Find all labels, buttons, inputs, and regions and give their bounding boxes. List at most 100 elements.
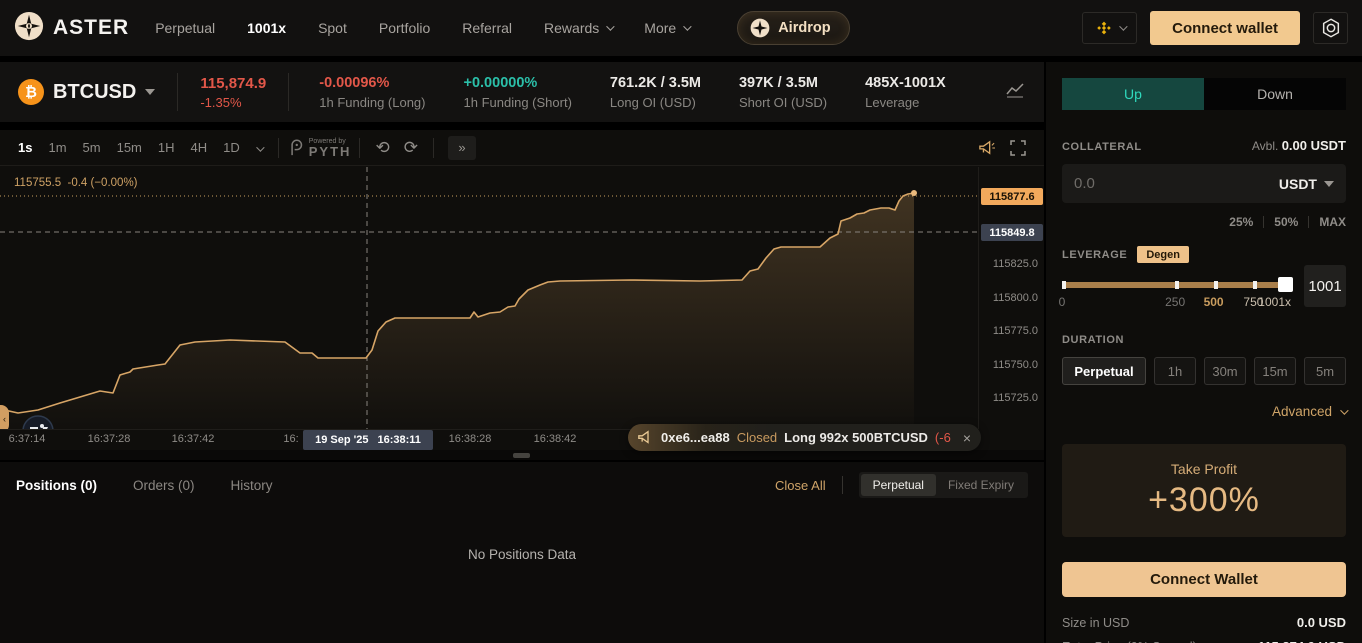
duration-5m[interactable]: 5m [1304, 357, 1346, 385]
mode-tab-fixed-expiry[interactable]: Fixed Expiry [936, 474, 1026, 496]
tradingview-logo[interactable] [22, 415, 54, 429]
direction-tab-up[interactable]: Up [1062, 78, 1204, 110]
pyth-logo[interactable]: Powered by PYTH [287, 138, 352, 158]
tab-orders-0-[interactable]: Orders (0) [133, 478, 195, 493]
nav-item-more[interactable]: More [644, 20, 689, 36]
timeframe-4H[interactable]: 4H [183, 136, 216, 159]
undo-icon[interactable]: ⟲ [368, 138, 396, 158]
airdrop-logo-icon [750, 18, 770, 38]
settings-button[interactable] [1313, 12, 1348, 44]
nav-item-portfolio[interactable]: Portfolio [379, 20, 430, 36]
price-tick: 115800.0 [993, 292, 1038, 304]
direction-tab-down[interactable]: Down [1204, 78, 1346, 110]
stat-value: +0.00000% [464, 75, 572, 91]
timeframe-more[interactable] [248, 136, 270, 159]
redo-icon[interactable]: ⟳ [397, 138, 425, 158]
order-panel: UpDown COLLATERAL Avbl. 0.00 USDT USDT 2… [1046, 62, 1362, 643]
duration-15m[interactable]: 15m [1254, 357, 1296, 385]
positions-tabs: Positions (0) Orders (0) History [16, 478, 309, 493]
nav-item-referral[interactable]: Referral [462, 20, 512, 36]
timeframe-5m[interactable]: 5m [75, 136, 109, 159]
pyth-name: PYTH [309, 145, 352, 158]
symbol-name: BTCUSD [53, 81, 136, 104]
current-price-label: 115877.6 [981, 188, 1043, 205]
expand-toolbar-button[interactable]: » [448, 136, 476, 160]
duration-1h[interactable]: 1h [1154, 357, 1196, 385]
airdrop-button[interactable]: Airdrop [737, 11, 849, 45]
take-profit-value: +300% [1148, 481, 1260, 520]
connect-wallet-button[interactable]: Connect wallet [1150, 11, 1300, 45]
divider [359, 138, 360, 158]
nav-item-perpetual[interactable]: Perpetual [155, 20, 215, 36]
timeframe-1s[interactable]: 1s [10, 136, 40, 159]
chain-selector[interactable] [1082, 12, 1137, 44]
price-tick: 115750.0 [993, 359, 1038, 371]
timeframe-1H[interactable]: 1H [150, 136, 183, 159]
collateral-row: COLLATERAL Avbl. 0.00 USDT [1062, 138, 1346, 153]
timeframe-15m[interactable]: 15m [109, 136, 150, 159]
toast-close-icon[interactable]: × [963, 430, 971, 446]
timeframe-1m[interactable]: 1m [40, 136, 74, 159]
toast-address: 0xe6...ea88 [661, 430, 730, 445]
quick-amount-max[interactable]: MAX [1319, 215, 1346, 229]
slider-tick-label-250: 250 [1165, 295, 1185, 309]
chart-scrollbar[interactable] [0, 450, 1044, 460]
summary-value: 0.0 USD [1297, 615, 1346, 630]
collateral-input-wrap: USDT [1062, 164, 1346, 203]
slider-tick-label-500: 500 [1204, 295, 1224, 309]
market-stat: 761.2K / 3.5MLong OI (USD) [610, 75, 701, 110]
quick-amount-25pct[interactable]: 25% [1229, 215, 1253, 229]
timeframe-group: 1s1m5m15m1H4H1D [10, 136, 248, 159]
timeframe-1D[interactable]: 1D [215, 136, 248, 159]
slider-track[interactable] [1062, 282, 1291, 288]
close-all-button[interactable]: Close All [775, 478, 826, 493]
stat-label: 1h Funding (Long) [319, 95, 425, 110]
available-balance: Avbl. 0.00 USDT [1252, 138, 1346, 153]
leverage-value-box[interactable]: 1001 [1304, 265, 1346, 307]
slider-tick [1253, 281, 1257, 289]
caret-down-icon [1324, 181, 1334, 187]
duration-perpetual[interactable]: Perpetual [1062, 357, 1146, 385]
tab-history[interactable]: History [231, 478, 273, 493]
expand-panel-handle[interactable]: ‹ [0, 405, 9, 429]
stat-label: Short OI (USD) [739, 95, 827, 110]
chart-toggle-icon[interactable] [1004, 80, 1026, 105]
empty-positions-message: No Positions Data [0, 547, 1044, 562]
chart-scrollbar-handle[interactable] [513, 453, 530, 458]
mode-tab-perpetual[interactable]: Perpetual [861, 474, 936, 496]
degen-badge[interactable]: Degen [1137, 246, 1189, 263]
collateral-input[interactable] [1074, 175, 1279, 192]
nav-item-spot[interactable]: Spot [318, 20, 347, 36]
slider-handle[interactable] [1278, 277, 1293, 292]
brand[interactable]: ASTER [14, 11, 129, 46]
duration-30m[interactable]: 30m [1204, 357, 1246, 385]
connect-wallet-panel-button[interactable]: Connect Wallet [1062, 562, 1346, 597]
mode-tabs: PerpetualFixed Expiry [859, 472, 1028, 498]
nav-item-rewards[interactable]: Rewards [544, 20, 612, 36]
leverage-slider[interactable]: 02505007501001x [1062, 265, 1291, 309]
summary-label: Size in USD [1062, 616, 1129, 630]
order-summary-rows: Size in USD0.0 USDEntry Price (0% Spread… [1062, 615, 1346, 643]
toast-status: Closed [737, 430, 777, 445]
gear-icon [1320, 17, 1342, 39]
alert-megaphone-icon[interactable] [978, 140, 996, 156]
quick-amount-50pct[interactable]: 50% [1274, 215, 1298, 229]
fullscreen-icon[interactable] [1010, 140, 1026, 156]
aster-logo-icon [14, 11, 44, 46]
nav-item-1001x[interactable]: 1001x [247, 20, 286, 36]
price-chart[interactable]: 115755.5 -0.4 (−0.00%) [0, 167, 978, 429]
megaphone-icon [637, 430, 654, 445]
positions-panel: Positions (0) Orders (0) History Close All… [0, 461, 1044, 643]
market-stat: 485X-1001XLeverage [865, 75, 946, 110]
time-tick: 16:37:42 [172, 433, 215, 445]
symbol-selector[interactable]: ₿ BTCUSD [18, 79, 155, 105]
tab-positions-0-[interactable]: Positions (0) [16, 478, 97, 493]
time-tick: 16:38:28 [449, 433, 492, 445]
trade-notification-toast[interactable]: 0xe6...ea88 Closed Long 992x 500BTCUSD (… [628, 424, 981, 451]
last-price: 115,874.9 [200, 75, 266, 92]
currency-selector[interactable]: USDT [1279, 176, 1334, 192]
price-axis[interactable]: 115877.6 115849.8 115825.0115800.0115775… [978, 167, 1044, 429]
stat-label: Leverage [865, 95, 946, 110]
advanced-toggle[interactable]: Advanced [1062, 404, 1346, 419]
time-tick: 16:37:28 [88, 433, 131, 445]
